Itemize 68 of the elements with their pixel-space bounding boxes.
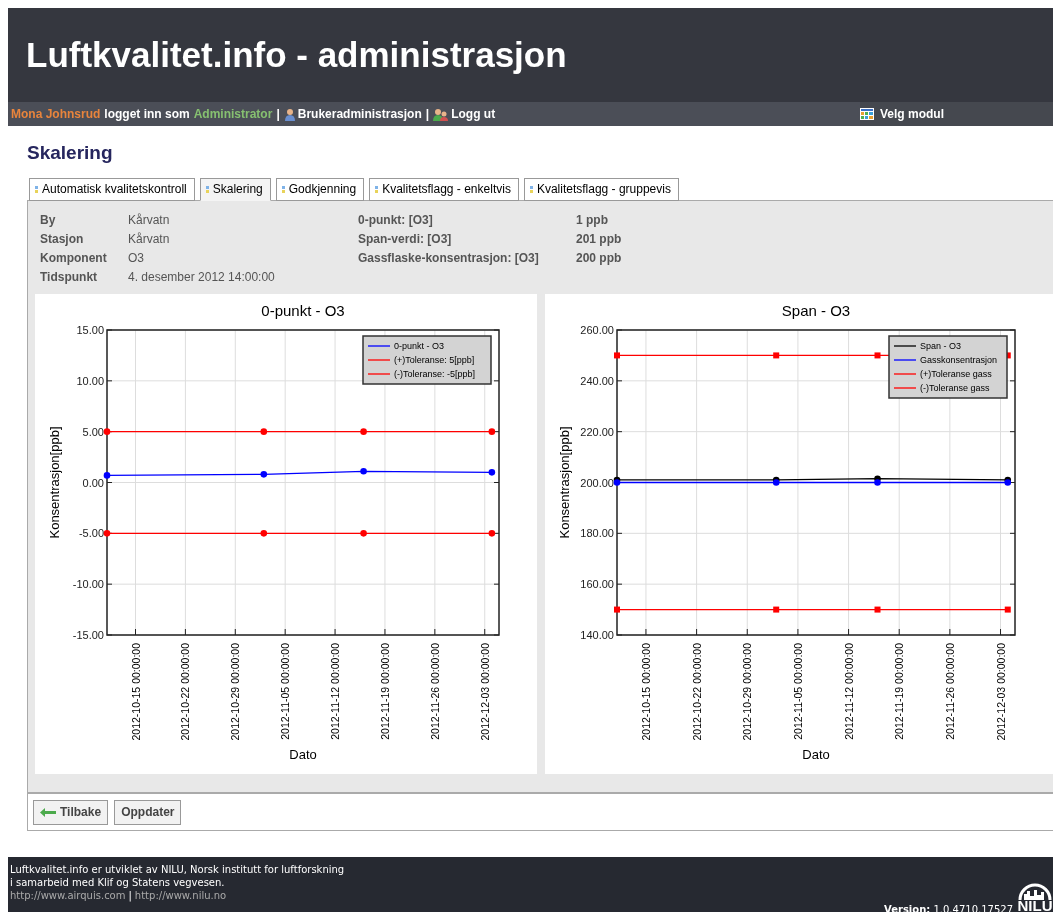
x-tick-label: 2012-11-26 00:00:00 bbox=[428, 642, 441, 740]
x-tick-label: 2012-12-03 00:00:00 bbox=[478, 642, 491, 741]
info-label: 0-punkt: [O3] bbox=[358, 211, 434, 228]
info-label: Gassflaske-konsentrasjon: [O3] bbox=[358, 249, 540, 266]
footer-text: Luftkvalitet.info er utviklet av NILU, Norsk institutt for luftforskning bbox=[10, 863, 345, 875]
info-value: 4. desember 2012 14:00:00 bbox=[128, 268, 276, 285]
info-value: O3 bbox=[128, 249, 145, 266]
logged-in-text: logget inn som bbox=[104, 107, 190, 122]
x-axis-label: Dato bbox=[289, 746, 317, 762]
footer-text: i samarbeid med Klif og Statens vegvesen. bbox=[10, 876, 226, 888]
y-tick-label: 260.00 bbox=[580, 323, 614, 336]
x-tick-label: 2012-11-12 00:00:00 bbox=[842, 642, 855, 740]
y-tick-label: 10.00 bbox=[76, 374, 104, 387]
separator: | bbox=[276, 107, 280, 122]
info-label: Span-verdi: [O3] bbox=[358, 230, 453, 247]
legend-label: (-)Toleranse: -5[ppb] bbox=[394, 368, 476, 379]
x-tick-label: 2012-10-22 00:00:00 bbox=[690, 642, 703, 741]
y-tick-label: 240.00 bbox=[580, 374, 614, 387]
y-tick-label: -15.00 bbox=[72, 628, 104, 641]
legend-label: (+)Toleranse: 5[ppb] bbox=[394, 354, 475, 365]
y-tick-label: 220.00 bbox=[580, 425, 614, 438]
y-tick-label: 15.00 bbox=[76, 323, 104, 336]
x-tick-label: 2012-11-12 00:00:00 bbox=[329, 642, 342, 740]
y-tick-label: 5.00 bbox=[82, 425, 104, 438]
chart-title: 0-punkt - O3 bbox=[261, 301, 345, 319]
info-value: Kårvatn bbox=[128, 230, 171, 247]
info-value: Kårvatn bbox=[128, 211, 171, 228]
x-tick-label: 2012-11-19 00:00:00 bbox=[378, 642, 391, 740]
page-heading: Skalering bbox=[27, 141, 114, 164]
y-tick-label: 180.00 bbox=[580, 527, 614, 540]
info-value: 1 ppb bbox=[576, 211, 609, 228]
y-tick-label: 0.00 bbox=[82, 476, 104, 489]
separator: | bbox=[128, 889, 132, 901]
x-tick-label: 2012-10-29 00:00:00 bbox=[229, 642, 242, 741]
info-label: Komponent bbox=[40, 249, 108, 266]
legend-label: Gasskonsentrasjon bbox=[920, 354, 998, 365]
legend-label: (-)Toleranse gass bbox=[920, 382, 990, 393]
x-tick-label: 2012-10-29 00:00:00 bbox=[741, 642, 754, 741]
x-tick-label: 2012-12-03 00:00:00 bbox=[994, 642, 1007, 741]
x-tick-label: 2012-10-15 00:00:00 bbox=[639, 642, 652, 741]
info-label: Stasjon bbox=[40, 230, 85, 247]
y-tick-label: 140.00 bbox=[580, 628, 614, 641]
y-axis-label: Konsentrasjon[ppb] bbox=[47, 426, 62, 539]
site-title: Luftkvalitet.info - administrasjon bbox=[26, 35, 567, 76]
y-tick-label: 160.00 bbox=[580, 578, 614, 591]
role-name: Administrator bbox=[193, 107, 273, 122]
y-axis-label: Konsentrasjon[ppb] bbox=[557, 426, 572, 539]
info-label: By bbox=[40, 211, 57, 228]
separator: | bbox=[425, 107, 430, 122]
legend-label: 0-punkt - O3 bbox=[394, 340, 445, 351]
info-value: 200 ppb bbox=[576, 249, 623, 266]
x-tick-label: 2012-11-05 00:00:00 bbox=[791, 642, 804, 740]
y-tick-label: 200.00 bbox=[580, 476, 614, 489]
x-axis-label: Dato bbox=[802, 746, 830, 762]
legend-label: (+)Toleranse gass bbox=[920, 368, 992, 379]
x-tick-label: 2012-10-15 00:00:00 bbox=[129, 642, 142, 741]
x-tick-label: 2012-10-22 00:00:00 bbox=[179, 642, 192, 741]
x-tick-label: 2012-11-19 00:00:00 bbox=[893, 642, 906, 740]
logo-text: NILU bbox=[1017, 900, 1053, 912]
user-name: Mona Johnsrud bbox=[11, 107, 101, 122]
x-tick-label: 2012-11-05 00:00:00 bbox=[279, 642, 292, 740]
legend-label: Span - O3 bbox=[920, 340, 962, 351]
y-tick-label: -10.00 bbox=[72, 578, 104, 591]
info-value: 201 ppb bbox=[576, 230, 623, 247]
x-tick-label: 2012-11-26 00:00:00 bbox=[943, 642, 956, 740]
y-tick-label: -5.00 bbox=[78, 527, 104, 540]
chart-title: Span - O3 bbox=[781, 301, 851, 319]
info-label: Tidspunkt bbox=[40, 268, 99, 285]
